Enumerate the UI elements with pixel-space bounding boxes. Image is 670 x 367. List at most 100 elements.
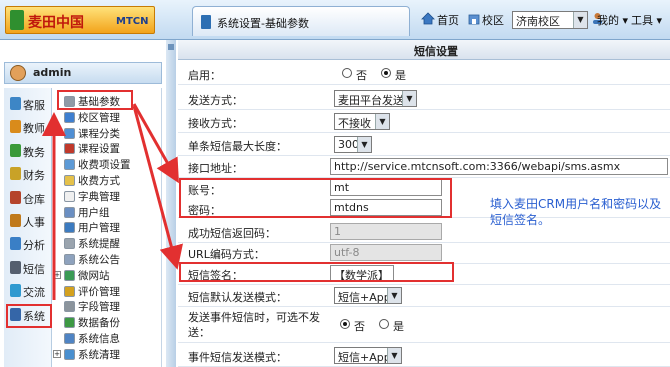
tools-menu[interactable]: 工具 ▾ — [631, 12, 662, 28]
tree-node-icon — [64, 269, 75, 281]
enabled-no-radio[interactable] — [342, 68, 352, 78]
section-header: 短信设置 — [178, 40, 670, 60]
logo-tag: MTCN — [116, 16, 149, 27]
tree-item-1[interactable]: 校区管理 — [64, 110, 120, 126]
nav-item-label: 教务 — [23, 145, 45, 159]
nav-item-label: 客服 — [23, 99, 45, 112]
max-length-select[interactable]: 300 ▼ — [334, 136, 372, 153]
event-mode-select[interactable]: 短信+App ▼ — [334, 347, 402, 364]
my-menu-label: 我的 — [597, 14, 619, 27]
event-mode-value: 短信+App — [338, 351, 391, 364]
nav-item-6[interactable]: 分析 — [8, 234, 52, 254]
url-encoding-value: utf-8 — [334, 246, 360, 259]
send-on-event-no-text: 否 — [354, 320, 365, 333]
tree-item-11[interactable]: + 微网站 — [53, 268, 110, 284]
tree-item-6[interactable]: 字典管理 — [64, 189, 120, 205]
row-send-on-event: 发送事件短信时，可选不发送： 否 是 — [178, 307, 670, 343]
expand-icon[interactable]: + — [53, 270, 61, 279]
expand-icon[interactable]: + — [53, 349, 61, 358]
tree-item-label: 微网站 — [78, 269, 110, 282]
success-code-input[interactable]: 1 — [330, 223, 442, 240]
settings-tree: 基础参数 校区管理 课程分类 课程设置 收费项设置 收费方式 字典管理 用户组 用户管理 系统提醒… — [53, 88, 162, 367]
tree-node-icon — [64, 285, 75, 297]
tree-item-9[interactable]: 系统提醒 — [64, 236, 120, 252]
brand-logo[interactable]: 麦田中国 MTCN — [5, 6, 155, 34]
api-url-value: http://service.mtcnsoft.com:3366/webapi/… — [334, 160, 621, 173]
tree-item-label: 收费方式 — [78, 175, 120, 187]
chevron-down-icon: ▼ — [573, 12, 587, 28]
tree-item-15[interactable]: 系统信息 — [64, 331, 120, 347]
tree-node-icon — [64, 159, 75, 171]
tree-item-4[interactable]: 收费项设置 — [64, 157, 131, 173]
row-enabled: 启用： 否 是 — [178, 62, 670, 85]
tree-node-icon — [64, 317, 75, 329]
coins-icon — [10, 167, 21, 181]
nav-item-7[interactable]: 短信 — [8, 258, 52, 278]
tree-item-3[interactable]: 课程设置 — [64, 141, 120, 157]
default-mode-select[interactable]: 短信+App ▼ — [334, 287, 402, 304]
campus-select-value: 济南校区 — [516, 15, 560, 28]
annotation-note: 填入麦田CRM用户名和密码以及短信签名。 — [490, 197, 662, 227]
tree-item-13[interactable]: 字段管理 — [64, 299, 120, 315]
tree-item-label: 数据备份 — [78, 317, 120, 330]
nav-item-3[interactable]: 财务 — [8, 164, 52, 184]
nav-item-1[interactable]: 教师 — [8, 117, 52, 137]
send-on-event-yes-radio[interactable] — [379, 319, 389, 329]
tree-item-2[interactable]: 课程分类 — [64, 126, 120, 142]
enabled-no-text: 否 — [356, 69, 367, 82]
send-mode-select[interactable]: 麦田平台发送 ▼ — [334, 90, 417, 107]
chevron-down-icon: ▼ — [375, 114, 389, 129]
tree-node-icon — [64, 111, 75, 123]
tree-node-icon — [64, 175, 75, 186]
logo-text: 麦田中国 — [28, 15, 84, 31]
nav-item-4[interactable]: 仓库 — [8, 188, 52, 208]
tree-item-label: 用户管理 — [78, 222, 120, 235]
tree-item-5[interactable]: 收费方式 — [64, 173, 120, 189]
nav-item-8[interactable]: 交流 — [8, 281, 52, 301]
my-menu[interactable]: 我的 ▾ — [597, 12, 628, 28]
nav-item-label: 分析 — [23, 239, 45, 253]
nav-item-0[interactable]: 客服 — [8, 94, 52, 114]
success-code-label: 成功短信返回码： — [188, 227, 276, 240]
collapse-arrow-icon[interactable] — [168, 44, 174, 50]
send-mode-label: 发送方式： — [188, 94, 243, 107]
send-mode-value: 麦田平台发送 — [338, 94, 404, 107]
avatar[interactable] — [10, 65, 26, 81]
tree-node-icon — [64, 143, 75, 155]
nav-item-5[interactable]: 人事 — [8, 211, 52, 231]
tree-item-14[interactable]: 数据备份 — [64, 315, 120, 331]
enabled-label: 启用： — [188, 69, 221, 82]
home-link[interactable]: 首页 — [437, 12, 459, 28]
row-receive-mode: 接收方式： 不接收 ▼ — [178, 110, 670, 133]
send-on-event-yes-text: 是 — [393, 320, 404, 333]
tree-item-16[interactable]: + 系统清理 — [53, 347, 120, 363]
chevron-down-icon: ▼ — [387, 348, 401, 363]
send-on-event-no-radio[interactable] — [340, 319, 350, 329]
tree-item-label: 校区管理 — [78, 111, 120, 124]
campus-select[interactable]: 济南校区 ▼ — [512, 11, 588, 29]
tree-item-8[interactable]: 用户管理 — [64, 220, 120, 236]
panel-splitter[interactable] — [166, 40, 176, 367]
tree-node-icon — [64, 127, 75, 139]
tree-node-icon — [64, 222, 75, 234]
highlight-credentials — [179, 178, 452, 218]
max-length-label: 单条短信最大长度： — [188, 140, 287, 153]
receive-mode-select[interactable]: 不接收 ▼ — [334, 113, 390, 130]
enabled-yes-radio[interactable] — [381, 68, 391, 78]
api-url-input[interactable]: http://service.mtcnsoft.com:3366/webapi/… — [330, 158, 668, 175]
highlight-basic-params — [57, 90, 133, 110]
chat-icon — [10, 284, 21, 298]
tree-item-label: 课程设置 — [78, 143, 120, 156]
tree-item-10[interactable]: 系统公告 — [64, 252, 120, 268]
people-icon — [10, 143, 21, 157]
tree-node-icon — [64, 190, 75, 202]
tab-system-settings[interactable]: 系统设置-基础参数 — [192, 6, 410, 36]
home-icon[interactable] — [421, 12, 435, 25]
tree-item-7[interactable]: 用户组 — [64, 205, 110, 221]
document-icon — [201, 15, 211, 29]
tree-item-12[interactable]: 评价管理 — [64, 284, 120, 300]
url-encoding-input[interactable]: utf-8 — [330, 244, 442, 261]
nav-item-2[interactable]: 教务 — [8, 141, 52, 161]
send-on-event-label: 发送事件短信时，可选不发送： — [188, 311, 320, 339]
highlight-signature — [179, 262, 454, 282]
